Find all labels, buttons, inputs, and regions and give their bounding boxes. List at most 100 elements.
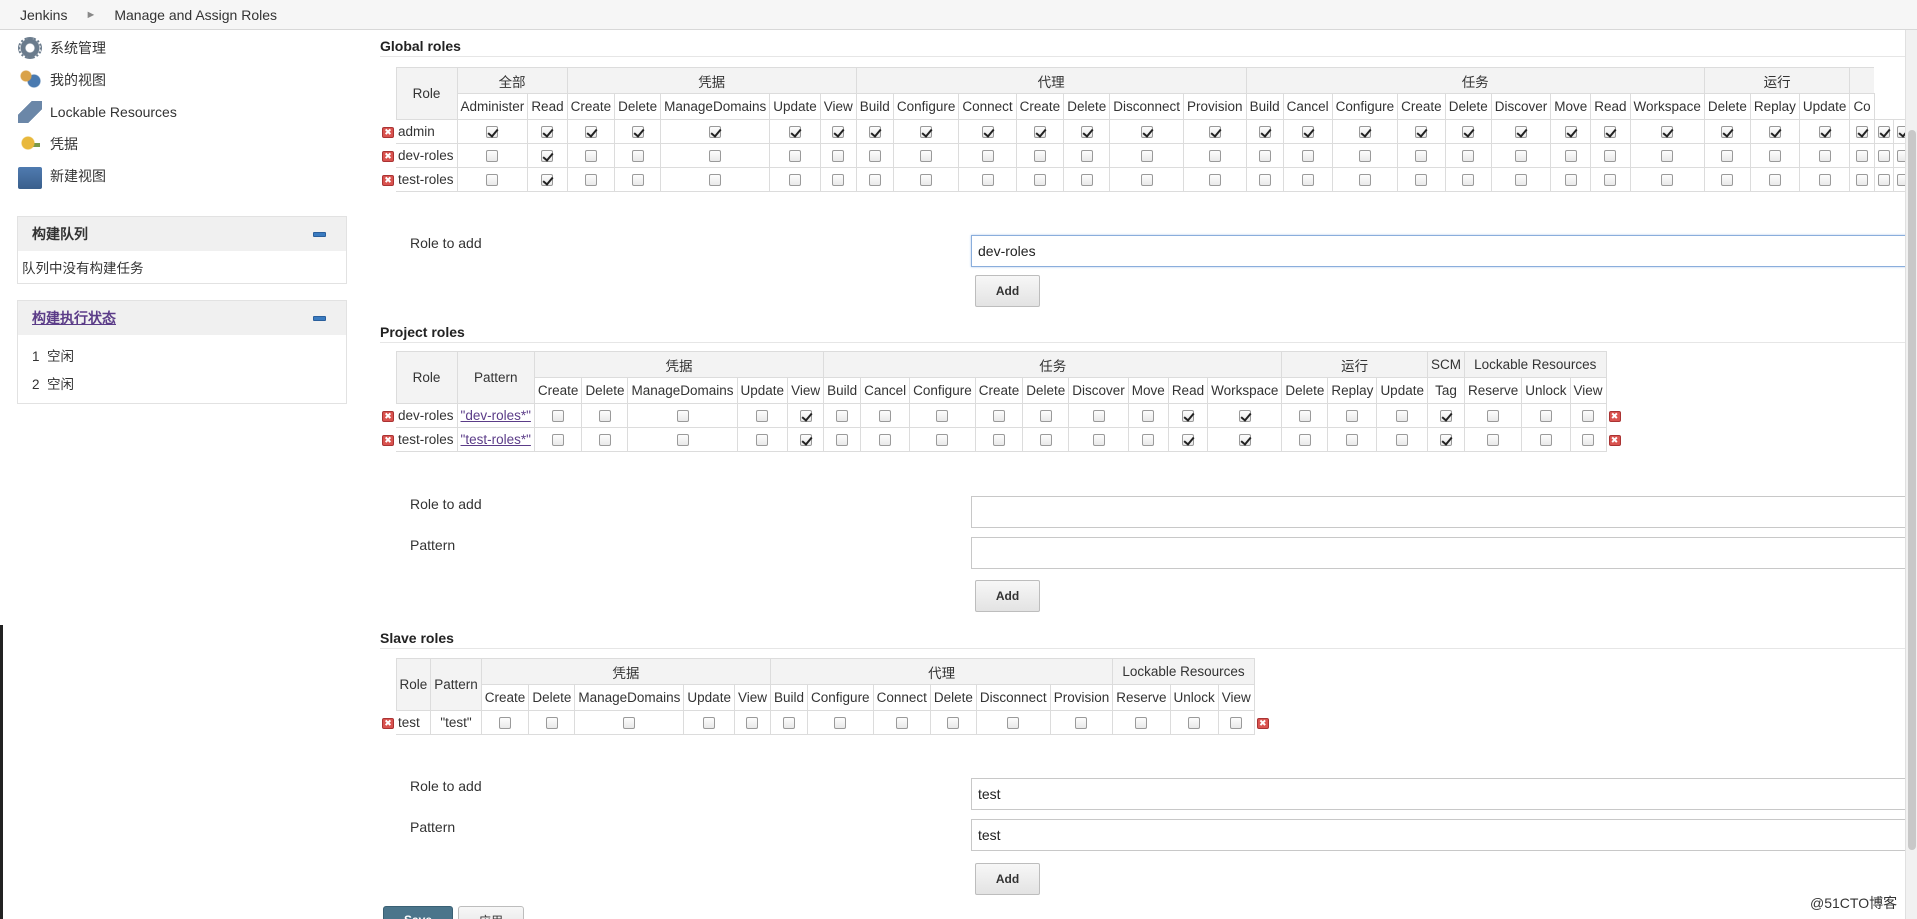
permission-checkbox[interactable] — [631, 174, 644, 187]
permission-checkbox[interactable] — [1661, 150, 1674, 163]
permission-checkbox[interactable] — [1439, 434, 1452, 447]
delete-icon[interactable]: ✖ — [382, 410, 394, 422]
permission-checkbox[interactable] — [1768, 126, 1781, 139]
permission-checkbox[interactable] — [1877, 150, 1890, 163]
permission-checkbox[interactable] — [1208, 126, 1221, 139]
permission-checkbox[interactable] — [1033, 174, 1046, 187]
permission-checkbox[interactable] — [1140, 174, 1153, 187]
permission-checkbox[interactable] — [836, 434, 849, 447]
permission-checkbox[interactable] — [992, 434, 1005, 447]
permission-checkbox[interactable] — [799, 434, 812, 447]
permission-checkbox[interactable] — [631, 126, 644, 139]
permission-checkbox[interactable] — [598, 434, 611, 447]
permission-checkbox[interactable] — [1007, 717, 1020, 730]
permission-checkbox[interactable] — [788, 174, 801, 187]
sidebar-item-lockable[interactable]: Lockable Resources — [0, 96, 360, 128]
permission-checkbox[interactable] — [1768, 174, 1781, 187]
permission-checkbox[interactable] — [1604, 174, 1617, 187]
delete-icon[interactable]: ✖ — [1256, 717, 1269, 729]
pattern-link[interactable]: "test-roles*" — [461, 432, 531, 447]
permission-checkbox[interactable] — [1564, 150, 1577, 163]
slave-add-button[interactable]: Add — [975, 863, 1040, 895]
permission-checkbox[interactable] — [868, 126, 881, 139]
permission-checkbox[interactable] — [1539, 434, 1552, 447]
permission-checkbox[interactable] — [1358, 150, 1371, 163]
project-pattern-input[interactable] — [971, 537, 1917, 569]
permission-checkbox[interactable] — [799, 410, 812, 423]
permission-checkbox[interactable] — [1856, 150, 1869, 163]
permission-checkbox[interactable] — [703, 717, 716, 730]
permission-checkbox[interactable] — [981, 174, 994, 187]
permission-checkbox[interactable] — [1080, 174, 1093, 187]
permission-checkbox[interactable] — [1140, 126, 1153, 139]
permission-checkbox[interactable] — [1768, 150, 1781, 163]
permission-checkbox[interactable] — [1582, 410, 1595, 423]
permission-checkbox[interactable] — [541, 150, 554, 163]
delete-icon[interactable]: ✖ — [382, 717, 394, 729]
permission-checkbox[interactable] — [541, 174, 554, 187]
permission-checkbox[interactable] — [1856, 126, 1869, 139]
permission-checkbox[interactable] — [1661, 174, 1674, 187]
permission-checkbox[interactable] — [1188, 717, 1201, 730]
permission-checkbox[interactable] — [1487, 410, 1500, 423]
permission-checkbox[interactable] — [783, 717, 796, 730]
permission-checkbox[interactable] — [1301, 150, 1314, 163]
permission-checkbox[interactable] — [1092, 410, 1105, 423]
permission-checkbox[interactable] — [1301, 174, 1314, 187]
slave-pattern-input[interactable] — [971, 819, 1917, 851]
delete-icon[interactable]: ✖ — [382, 174, 394, 186]
permission-checkbox[interactable] — [832, 174, 845, 187]
permission-checkbox[interactable] — [1514, 174, 1527, 187]
permission-checkbox[interactable] — [486, 174, 499, 187]
permission-checkbox[interactable] — [1033, 126, 1046, 139]
permission-checkbox[interactable] — [1396, 434, 1409, 447]
vertical-scrollbar[interactable] — [1905, 30, 1917, 919]
permission-checkbox[interactable] — [598, 410, 611, 423]
permission-checkbox[interactable] — [1258, 174, 1271, 187]
permission-checkbox[interactable] — [981, 150, 994, 163]
permission-checkbox[interactable] — [1582, 434, 1595, 447]
permission-checkbox[interactable] — [1514, 126, 1527, 139]
permission-checkbox[interactable] — [992, 410, 1005, 423]
delete-icon[interactable]: ✖ — [382, 126, 394, 138]
permission-checkbox[interactable] — [1258, 150, 1271, 163]
permission-checkbox[interactable] — [1604, 150, 1617, 163]
minimize-icon[interactable] — [313, 231, 326, 237]
permission-checkbox[interactable] — [676, 410, 689, 423]
permission-checkbox[interactable] — [920, 174, 933, 187]
permission-checkbox[interactable] — [1181, 434, 1194, 447]
permission-checkbox[interactable] — [834, 717, 847, 730]
permission-checkbox[interactable] — [879, 434, 892, 447]
permission-checkbox[interactable] — [1462, 126, 1475, 139]
permission-checkbox[interactable] — [1462, 150, 1475, 163]
apply-button[interactable]: 应用 — [458, 906, 524, 919]
permission-checkbox[interactable] — [1075, 717, 1088, 730]
permission-checkbox[interactable] — [1514, 150, 1527, 163]
permission-checkbox[interactable] — [631, 150, 644, 163]
permission-checkbox[interactable] — [1298, 410, 1311, 423]
permission-checkbox[interactable] — [836, 410, 849, 423]
permission-checkbox[interactable] — [1238, 434, 1251, 447]
permission-checkbox[interactable] — [552, 434, 565, 447]
permission-checkbox[interactable] — [756, 410, 769, 423]
slave-role-to-add-input[interactable] — [971, 778, 1917, 810]
permission-checkbox[interactable] — [746, 717, 759, 730]
permission-checkbox[interactable] — [541, 126, 554, 139]
permission-checkbox[interactable] — [1661, 126, 1674, 139]
permission-checkbox[interactable] — [936, 434, 949, 447]
permission-checkbox[interactable] — [1080, 150, 1093, 163]
permission-checkbox[interactable] — [1298, 434, 1311, 447]
global-role-to-add-input[interactable] — [971, 235, 1917, 267]
permission-checkbox[interactable] — [920, 150, 933, 163]
permission-checkbox[interactable] — [584, 150, 597, 163]
permission-checkbox[interactable] — [486, 126, 499, 139]
permission-checkbox[interactable] — [584, 174, 597, 187]
permission-checkbox[interactable] — [947, 717, 960, 730]
permission-checkbox[interactable] — [1721, 174, 1734, 187]
permission-checkbox[interactable] — [676, 434, 689, 447]
permission-checkbox[interactable] — [1092, 434, 1105, 447]
sidebar-item-manage[interactable]: 系统管理 — [0, 32, 360, 64]
permission-checkbox[interactable] — [623, 717, 636, 730]
minimize-icon[interactable] — [313, 315, 326, 321]
permission-checkbox[interactable] — [1564, 174, 1577, 187]
